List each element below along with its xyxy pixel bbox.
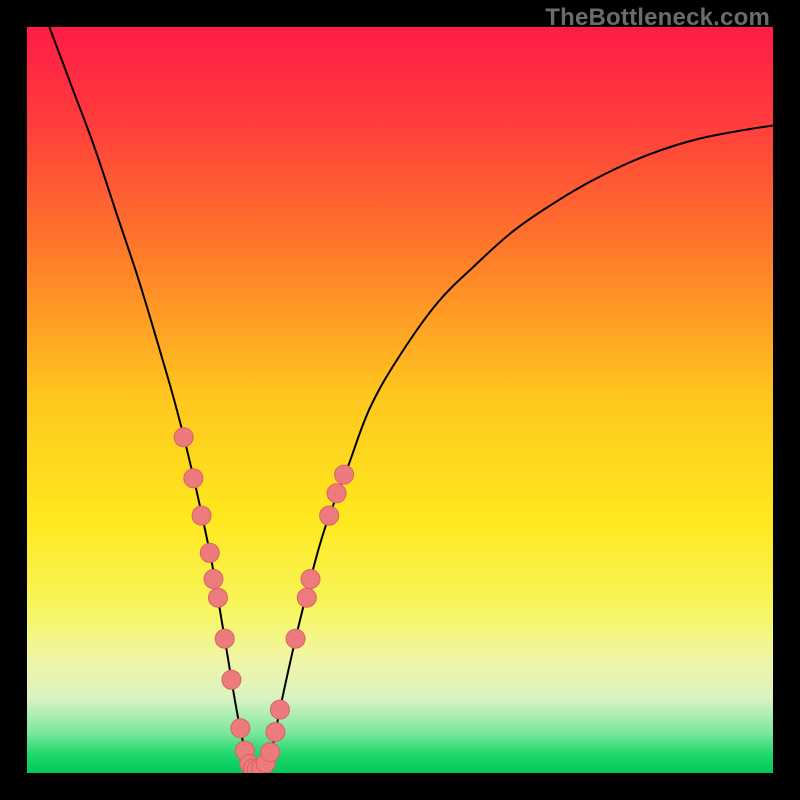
sample-point — [208, 588, 227, 607]
gradient-background — [27, 27, 773, 773]
chart-frame: TheBottleneck.com — [0, 0, 800, 800]
sample-point — [204, 570, 223, 589]
sample-point — [286, 629, 305, 648]
sample-point — [327, 484, 346, 503]
sample-point — [320, 506, 339, 525]
sample-point — [231, 719, 250, 738]
plot-area — [27, 27, 773, 773]
sample-point — [335, 465, 354, 484]
sample-point — [215, 629, 234, 648]
sample-point — [174, 428, 193, 447]
sample-point — [297, 588, 316, 607]
sample-point — [200, 543, 219, 562]
sample-point — [301, 570, 320, 589]
sample-point — [261, 743, 280, 762]
sample-point — [192, 506, 211, 525]
sample-point — [222, 670, 241, 689]
watermark-text: TheBottleneck.com — [545, 4, 770, 32]
sample-point — [270, 700, 289, 719]
plot-svg — [27, 27, 773, 773]
sample-point — [184, 469, 203, 488]
sample-point — [266, 722, 285, 741]
